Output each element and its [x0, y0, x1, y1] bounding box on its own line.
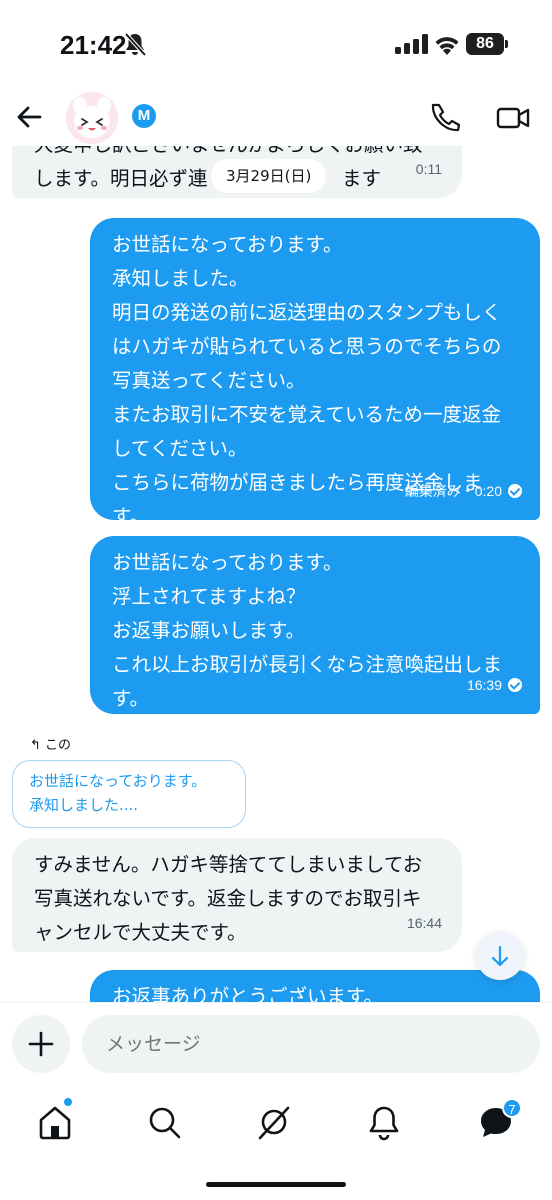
bell-off-icon	[124, 32, 146, 56]
message-text: お返事お願いします。	[112, 619, 306, 642]
reply-quote-text: お世話になっております。	[29, 772, 207, 790]
battery-tip	[505, 40, 508, 48]
add-media-button[interactable]	[12, 1015, 70, 1073]
message-text: 明日の発送の前に返送理由のスタンプもしく	[112, 301, 502, 324]
message-text: す。	[112, 687, 150, 710]
home-icon[interactable]	[33, 1100, 77, 1144]
wifi-icon	[435, 37, 459, 55]
message-incoming[interactable]: すみません。ハガキ等捨ててしまいましてお 写真送れないです。返金しますのでお取引…	[12, 838, 462, 952]
composer	[0, 1002, 552, 1092]
reply-label: この	[45, 738, 72, 753]
message-text: してください。	[112, 437, 248, 460]
status-time: 21:42	[60, 30, 127, 60]
conversation-header: M	[0, 90, 552, 146]
message-outgoing[interactable]: お返事ありがとうございます。	[90, 970, 540, 1002]
message-time: 16:44	[406, 915, 442, 931]
message-input[interactable]	[82, 1015, 540, 1073]
verified-badge: M	[132, 104, 156, 128]
message-text: お世話になっております。	[112, 551, 343, 574]
message-text: 承知しました。	[112, 267, 249, 290]
message-text: 写真送れないです。返金しますのでお取引キ	[34, 887, 422, 910]
messages-badge: 7	[502, 1098, 522, 1118]
message-time: 0:11	[415, 161, 442, 177]
reply-icon: ↰	[30, 738, 46, 753]
message-text: ます	[342, 167, 382, 190]
message-text: 浮上されてますよね？	[112, 585, 306, 608]
message-meta: 編集済み・0:20	[405, 474, 522, 508]
message-text: します。明日必ず連	[34, 167, 208, 190]
tab-bar: 7	[0, 1092, 552, 1200]
message-text: これ以上お取引が長引くなら注意喚起出しま	[112, 653, 503, 676]
bell-icon[interactable]	[362, 1100, 406, 1144]
date-separator: 3月29日(日)	[212, 160, 326, 192]
video-icon[interactable]	[496, 102, 530, 134]
reply-context: ↰ この	[30, 734, 71, 753]
read-check-icon	[508, 484, 522, 498]
avatar[interactable]	[66, 92, 118, 144]
phone-icon[interactable]	[430, 102, 462, 134]
message-text: はハガキが貼られていると思うのでそちらの	[112, 335, 502, 358]
message-text: ャンセルで大丈夫です。	[34, 921, 247, 944]
read-check-icon	[508, 678, 522, 692]
avatar-illustration	[66, 92, 118, 144]
plus-icon	[28, 1031, 54, 1057]
back-arrow-icon[interactable]	[14, 102, 44, 132]
reply-quote[interactable]: お世話になっております。 承知しました....	[12, 760, 246, 828]
arrow-down-icon[interactable]	[476, 932, 524, 980]
signal-icon	[395, 34, 428, 54]
status-bar: 21:42 86	[0, 0, 552, 90]
message-text: すみません。ハガキ等捨ててしまいましてお	[34, 853, 423, 876]
message-text: 写真送ってください。	[112, 369, 306, 392]
message-text: またお取引に不安を覚えているため一度返金	[112, 403, 502, 426]
home-indicator	[206, 1182, 346, 1187]
battery-indicator: 86	[466, 33, 504, 55]
message-edited-time: 編集済み・0:20	[404, 483, 502, 499]
message-text: お世話になっております。	[112, 233, 343, 256]
grok-icon[interactable]	[252, 1100, 296, 1144]
message-list[interactable]: 大変申し訳ございませんがよろしくお願い致 します。明日必ず連 ます 0:11 3…	[0, 146, 552, 1002]
message-time: 16:39	[466, 677, 502, 693]
message-outgoing[interactable]: お世話になっております。 浮上されてますよね？ お返事お願いします。 これ以上お…	[90, 536, 540, 714]
message-meta: 16:39	[467, 668, 522, 702]
message-text: お返事ありがとうございます。	[112, 985, 384, 1002]
reply-quote-text: 承知しました....	[29, 796, 139, 814]
home-notification-dot	[64, 1098, 72, 1106]
message-outgoing[interactable]: お世話になっております。 承知しました。 明日の発送の前に返送理由のスタンプもし…	[90, 218, 540, 528]
search-icon[interactable]	[142, 1100, 186, 1144]
